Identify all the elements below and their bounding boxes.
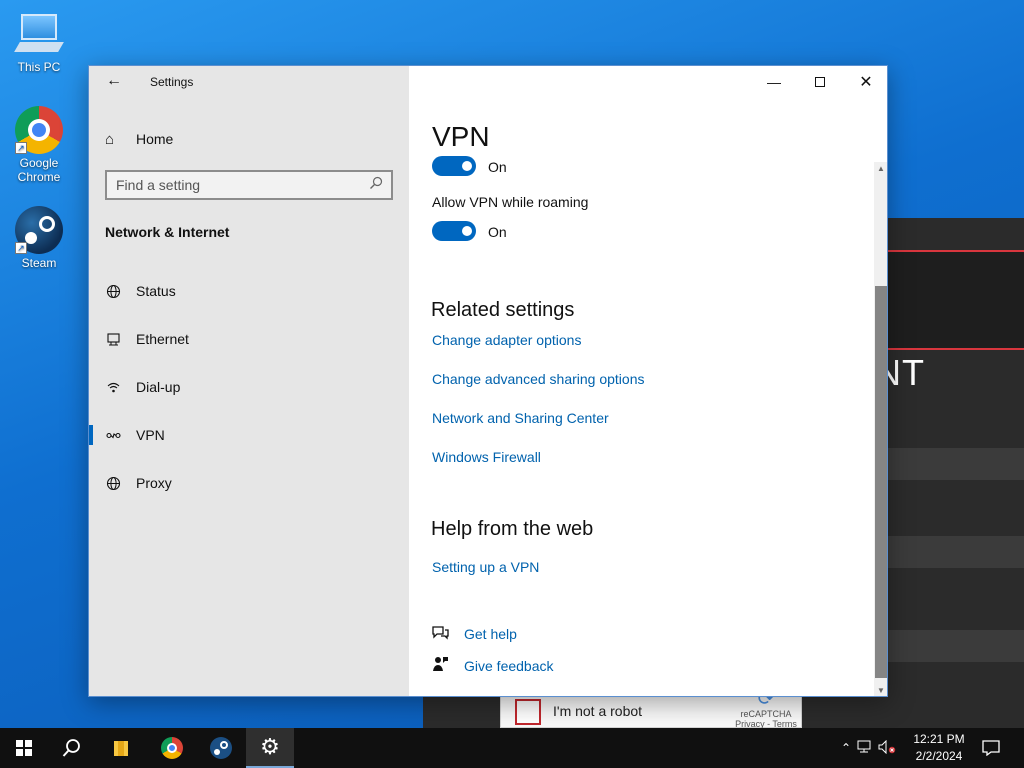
sidebar-item-proxy[interactable]: Proxy <box>89 465 409 501</box>
desktop-icon-label: Steam <box>21 256 57 270</box>
roaming-setting-label: Allow VPN while roaming <box>432 194 589 210</box>
search-box[interactable] <box>105 170 393 200</box>
sidebar-item-status[interactable]: Status <box>89 273 409 309</box>
close-icon: ✕ <box>859 74 873 91</box>
clock-time: 12:21 PM <box>913 732 965 746</box>
search-input[interactable] <box>107 172 347 198</box>
captcha-label: I'm not a robot <box>553 703 643 719</box>
nav-section-title: Network & Internet <box>105 224 230 240</box>
help-web-heading: Help from the web <box>431 518 594 540</box>
sidebar-item-dial-up[interactable]: Dial-up <box>89 369 409 405</box>
chrome-icon <box>161 737 183 759</box>
minimize-icon: — <box>767 74 781 90</box>
app-title: Settings <box>150 75 194 89</box>
nav-home-label: Home <box>136 131 174 147</box>
notification-icon <box>982 740 1000 756</box>
desktop: NT again I'm not a robot ⟳ reCAPTCHA Pri… <box>0 0 1024 728</box>
toggle-state-label: On <box>488 224 507 240</box>
link-network-sharing-center[interactable]: Network and Sharing Center <box>432 410 609 426</box>
window-caption-buttons: — ✕ <box>751 66 887 98</box>
give-feedback-link[interactable]: Give feedback <box>432 656 554 675</box>
vpn-roaming-toggle[interactable] <box>432 221 476 241</box>
desktop-icon-label: This PC <box>17 60 61 74</box>
folder-icon <box>114 741 128 756</box>
sidebar-item-label: Proxy <box>136 475 172 491</box>
taskbar: ⚙ ⌃ 12:21 PM 2/2/2024 <box>0 728 1024 768</box>
title-bar[interactable]: ← Settings <box>89 66 409 98</box>
dialup-icon <box>105 379 121 395</box>
scroll-up-arrow-icon[interactable]: ▲ <box>874 162 887 176</box>
search-icon <box>369 176 385 192</box>
give-feedback-label: Give feedback <box>464 657 554 674</box>
back-arrow-icon: ← <box>106 72 122 89</box>
recaptcha-widget[interactable]: again I'm not a robot ⟳ reCAPTCHA Privac… <box>500 677 802 728</box>
search-taskbar-button[interactable] <box>48 728 96 768</box>
action-center-button[interactable] <box>968 728 1014 768</box>
show-hidden-icons-chevron-icon[interactable]: ⌃ <box>838 741 854 755</box>
vpn-icon <box>105 427 121 443</box>
back-button[interactable]: ← <box>103 72 125 92</box>
get-help-link[interactable]: Get help <box>432 625 517 643</box>
start-button[interactable] <box>0 728 48 768</box>
desktop-icon-google-chrome[interactable]: ↗ Google Chrome <box>1 106 77 184</box>
maximize-icon <box>815 77 825 87</box>
volume-muted-icon[interactable] <box>876 739 898 757</box>
scrollbar-thumb[interactable] <box>875 286 887 678</box>
file-explorer-taskbar-button[interactable] <box>97 728 145 768</box>
nav-home[interactable]: ⌂ Home <box>105 128 173 150</box>
gear-icon: ⚙ <box>260 734 280 759</box>
scroll-down-arrow-icon[interactable]: ▼ <box>874 684 887 696</box>
chrome-taskbar-button[interactable] <box>148 728 196 768</box>
clock-date: 2/2/2024 <box>915 749 963 763</box>
link-change-adapter-options[interactable]: Change adapter options <box>432 332 581 348</box>
maximize-button[interactable] <box>797 66 843 98</box>
sidebar-item-label: Status <box>136 283 176 299</box>
feedback-person-icon <box>432 656 450 675</box>
captcha-checkbox[interactable] <box>515 699 541 725</box>
globe-icon <box>105 475 121 491</box>
chrome-icon: ↗ <box>15 106 63 154</box>
minimize-button[interactable]: — <box>751 66 797 98</box>
taskbar-clock[interactable]: 12:21 PM 2/2/2024 <box>904 731 974 765</box>
this-pc-icon <box>14 10 64 58</box>
windows-logo-icon <box>16 740 32 756</box>
recaptcha-brand: reCAPTCHA <box>740 709 792 719</box>
desktop-icon-this-pc[interactable]: This PC <box>1 10 77 74</box>
link-change-advanced-sharing[interactable]: Change advanced sharing options <box>432 371 645 387</box>
network-icon[interactable] <box>854 740 876 757</box>
steam-taskbar-button[interactable] <box>197 728 245 768</box>
page-title: VPN <box>432 121 490 152</box>
sidebar-item-ethernet[interactable]: Ethernet <box>89 321 409 357</box>
sidebar-item-label: Ethernet <box>136 331 189 347</box>
toggle-state-label: On <box>488 159 507 175</box>
link-setting-up-vpn[interactable]: Setting up a VPN <box>432 559 539 575</box>
get-help-label: Get help <box>464 626 517 642</box>
search-icon <box>62 739 80 757</box>
recaptcha-links[interactable]: Privacy - Terms <box>731 719 801 728</box>
settings-taskbar-button[interactable]: ⚙ <box>246 728 294 768</box>
steam-icon: ↗ <box>15 206 63 254</box>
toggle-knob <box>462 226 472 236</box>
settings-window[interactable]: ← Settings ⌂ Home Network & Internet Sta… <box>88 65 888 697</box>
steam-icon <box>210 737 232 759</box>
close-button[interactable]: ✕ <box>843 66 887 98</box>
link-windows-firewall[interactable]: Windows Firewall <box>432 449 541 465</box>
system-tray: ⌃ <box>838 728 898 768</box>
chat-help-icon <box>432 625 450 643</box>
desktop-icon-label: Google Chrome <box>17 156 61 184</box>
globe-status-icon <box>105 283 121 299</box>
vpn-over-metered-toggle[interactable] <box>432 156 476 176</box>
toggle-knob <box>462 161 472 171</box>
settings-nav-pane: ← Settings ⌂ Home Network & Internet Sta… <box>89 66 409 696</box>
settings-content-pane: — ✕ VPN On Allow VPN while roaming On Re… <box>409 66 887 696</box>
home-icon: ⌂ <box>105 130 115 148</box>
content-scrollbar[interactable]: ▲ ▼ <box>874 162 887 696</box>
sidebar-item-label: Dial-up <box>136 379 181 395</box>
sidebar-item-vpn[interactable]: VPN <box>89 417 409 453</box>
desktop-icon-steam[interactable]: ↗ Steam <box>1 206 77 270</box>
ethernet-icon <box>105 331 121 347</box>
related-settings-heading: Related settings <box>431 299 575 321</box>
sidebar-item-label: VPN <box>136 427 165 443</box>
